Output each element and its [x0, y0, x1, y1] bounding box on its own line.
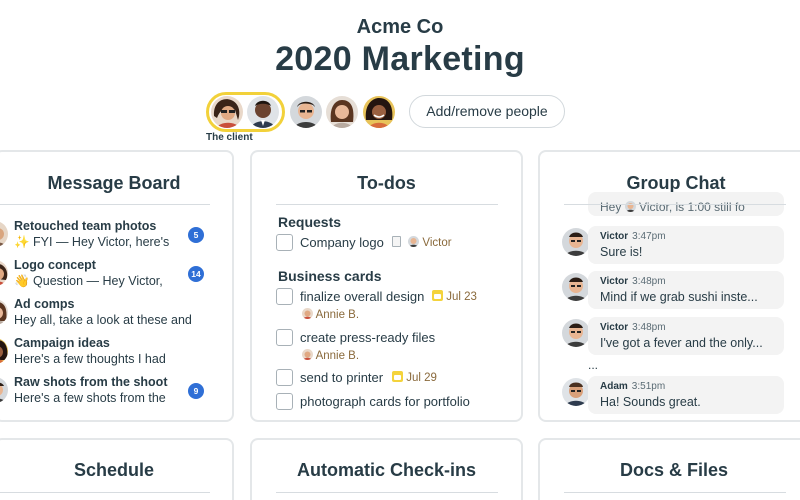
todo-item[interactable]: Company logo Victor [276, 234, 496, 254]
schedule-card[interactable]: Schedule [0, 438, 234, 500]
avatar [408, 236, 420, 247]
list-item[interactable]: Retouched team photos ✨ FYI — Hey Victor… [0, 219, 226, 255]
avatar [0, 221, 8, 247]
todo-list-title[interactable]: Requests [278, 214, 341, 230]
list-item[interactable]: Ad comps Hey all, take a look at these a… [0, 297, 226, 333]
todos-card[interactable]: To-dos Requests Company logo Victor Busi… [250, 150, 523, 422]
card-title[interactable]: Schedule [0, 460, 232, 481]
avatar[interactable] [290, 96, 322, 128]
todo-meta: Victor [392, 236, 452, 249]
avatar[interactable] [247, 96, 279, 128]
todo-checkbox[interactable] [276, 288, 293, 305]
list-item[interactable]: Raw shots from the shoot Here's a few sh… [0, 375, 226, 411]
card-title[interactable]: Message Board [0, 173, 232, 194]
chat-message[interactable]: Victor 3:48pm I've got a fever and the on… [588, 317, 784, 355]
divider [0, 492, 210, 493]
list-item[interactable]: Logo concept 👋 Question — Hey Victor, 14 [0, 258, 226, 294]
avatar [562, 319, 590, 347]
document-icon [392, 236, 401, 247]
calendar-icon [392, 371, 403, 382]
divider [276, 204, 498, 205]
avatar[interactable] [363, 96, 395, 128]
avatar [302, 308, 313, 319]
todo-assignee: Annie B. [302, 308, 359, 321]
avatar [302, 349, 313, 360]
todo-due: Jul 29 [392, 371, 437, 384]
calendar-icon [432, 290, 443, 301]
add-remove-people-button[interactable]: Add/remove people [409, 95, 565, 128]
divider [0, 204, 210, 205]
company-name: Acme Co [356, 16, 444, 38]
todo-item[interactable]: create press-ready files [276, 329, 506, 349]
group-chat-card[interactable]: Group Chat Hey Victor, is 1:00 still fo … [538, 150, 800, 422]
avatar [562, 378, 590, 406]
avatar [0, 377, 8, 403]
todo-item[interactable]: finalize overall design Jul 23 [276, 288, 506, 308]
avatar [624, 201, 636, 212]
avatar [562, 273, 590, 301]
unread-badge: 14 [188, 266, 204, 282]
avatar [0, 260, 8, 286]
list-item[interactable]: Campaign ideas Here's a few thoughts I h… [0, 336, 226, 372]
automatic-checkins-card[interactable]: Automatic Check-ins [250, 438, 523, 500]
todo-checkbox[interactable] [276, 234, 293, 251]
client-label: The client [206, 132, 253, 143]
todo-assignee: Annie B. [302, 349, 359, 362]
todo-list-title[interactable]: Business cards [278, 268, 382, 284]
todo-checkbox[interactable] [276, 329, 293, 346]
card-title[interactable]: To-dos [252, 173, 521, 194]
divider [276, 492, 498, 493]
avatar[interactable] [326, 96, 358, 128]
docs-files-card[interactable]: Docs & Files [538, 438, 800, 500]
project-title: 2020 Marketing [275, 40, 525, 78]
avatar [0, 338, 8, 364]
divider [564, 492, 786, 493]
todo-item[interactable]: photograph cards for portfolio [276, 393, 506, 413]
avatar[interactable] [211, 96, 243, 128]
todo-checkbox[interactable] [276, 393, 293, 410]
unread-badge: 9 [188, 383, 204, 399]
message-board-card[interactable]: Message Board Retouched team photos ✨ FY… [0, 150, 234, 422]
chat-message[interactable]: Victor 3:48pm Mind if we grab sushi inste… [588, 271, 784, 309]
chat-message[interactable]: Victor 3:47pm Sure is! [588, 226, 784, 264]
unread-badge: 5 [188, 227, 204, 243]
divider [564, 204, 786, 205]
todo-due: Jul 23 [432, 290, 477, 303]
avatar [562, 228, 590, 256]
card-title[interactable]: Group Chat [540, 173, 800, 194]
avatar [0, 299, 8, 325]
chat-message[interactable]: Adam 3:51pm Ha! Sounds great. [588, 376, 784, 414]
todo-checkbox[interactable] [276, 369, 293, 386]
card-title[interactable]: Automatic Check-ins [252, 460, 521, 481]
todo-item[interactable]: send to printer Jul 29 [276, 369, 506, 389]
card-title[interactable]: Docs & Files [540, 460, 800, 481]
chat-ellipsis: ... [588, 358, 599, 372]
